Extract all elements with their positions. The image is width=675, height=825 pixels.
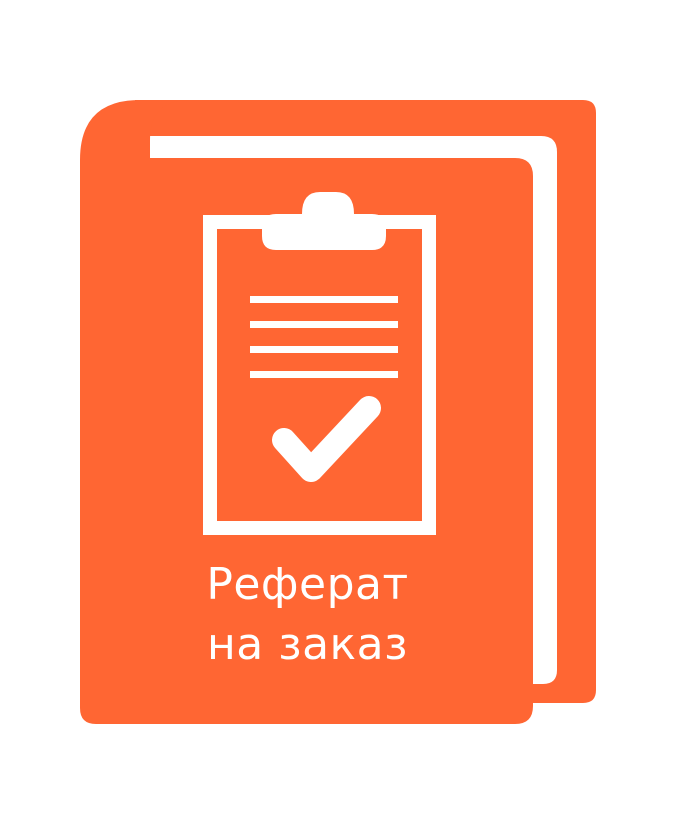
logo-title-line2: на заказ [206,619,408,670]
logo-title-line1: Реферат [206,559,409,610]
book-logo [80,100,596,724]
